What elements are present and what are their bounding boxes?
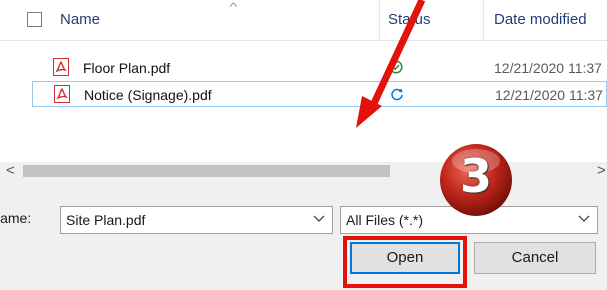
column-divider[interactable]: [483, 0, 484, 40]
select-all-checkbox[interactable]: [27, 12, 42, 27]
file-name: Notice (Signage).pdf: [84, 87, 212, 103]
column-header-date-modified[interactable]: Date modified: [494, 11, 587, 28]
column-header: ^ Name Status Date modified: [0, 0, 607, 41]
scroll-right-icon[interactable]: >: [597, 162, 606, 179]
step-number-badge: 3: [437, 141, 515, 219]
cancel-button[interactable]: Cancel: [474, 242, 596, 274]
chevron-down-icon[interactable]: [578, 213, 590, 223]
scrollbar-thumb[interactable]: [23, 165, 390, 177]
file-name-label: Name:: [0, 210, 32, 226]
file-name: Floor Plan.pdf: [83, 60, 171, 76]
chevron-down-icon[interactable]: [313, 213, 325, 223]
pdf-file-icon: [53, 58, 69, 76]
file-type-value: All Files (*.*): [346, 212, 424, 228]
sort-caret-icon: ^: [229, 2, 238, 13]
red-arrow-annotation: [356, 0, 426, 128]
file-row-selected[interactable]: Notice (Signage).pdf 12/21/2020 11:37: [32, 81, 607, 107]
file-name-combobox[interactable]: Site Plan.pdf: [60, 206, 333, 234]
highlight-box-annotation: [343, 236, 467, 288]
scroll-left-icon[interactable]: <: [6, 162, 15, 179]
step-number: 3: [459, 149, 492, 203]
pdf-file-icon: [54, 85, 70, 103]
file-name-input[interactable]: Site Plan.pdf: [66, 212, 145, 228]
column-header-name[interactable]: Name: [60, 11, 100, 28]
file-date-modified: 12/21/2020 11:37: [495, 87, 603, 103]
dialog-footer: Name: Site Plan.pdf All Files (*.*) Open…: [0, 180, 607, 290]
horizontal-scrollbar[interactable]: < >: [0, 162, 607, 180]
file-date-modified: 12/21/2020 11:37: [494, 60, 602, 76]
file-row[interactable]: Floor Plan.pdf 12/21/2020 11:37: [32, 55, 607, 81]
file-list[interactable]: ^ Name Status Date modified Floor Plan.p…: [0, 0, 607, 162]
